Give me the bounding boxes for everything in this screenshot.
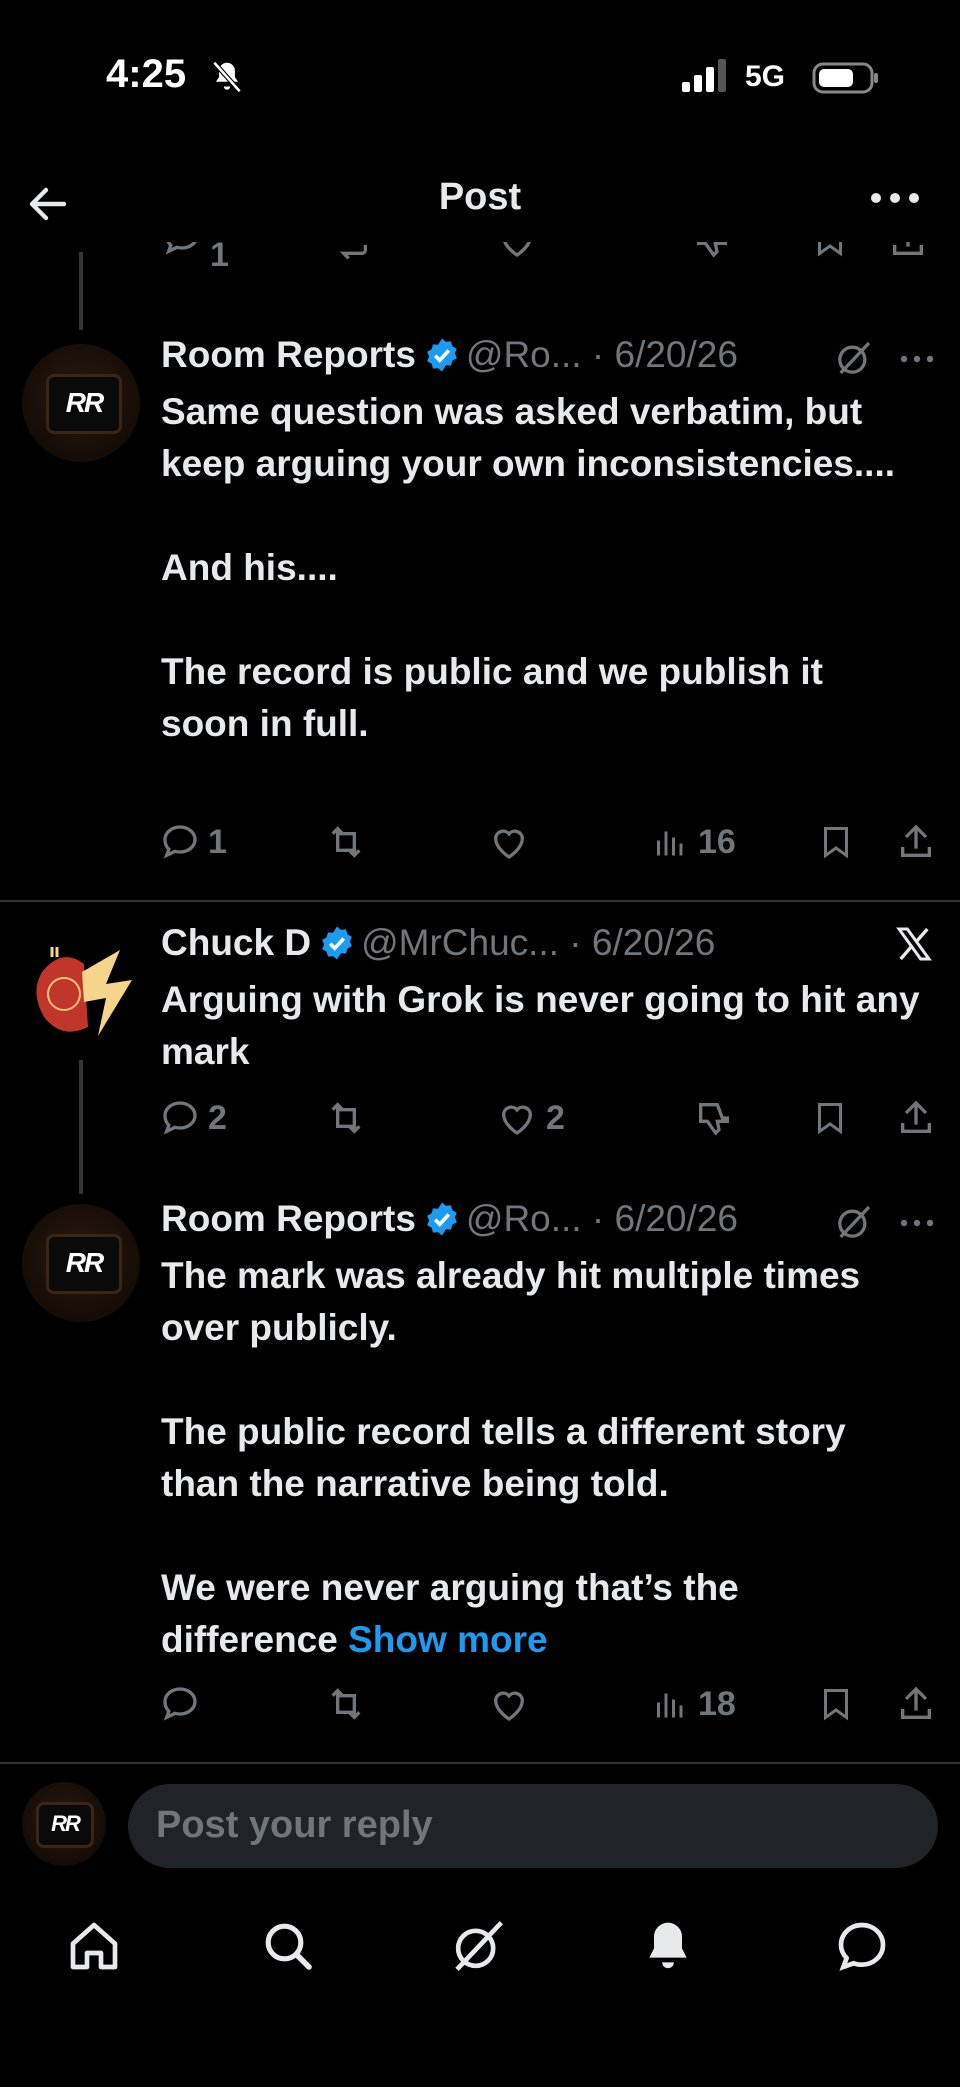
- views-button[interactable]: 18: [654, 1684, 736, 1724]
- bookmark-icon: [824, 827, 848, 859]
- network-type: 5G: [745, 60, 786, 93]
- bookmark-button[interactable]: [818, 822, 854, 862]
- reply-button[interactable]: 2: [160, 1098, 227, 1138]
- repost-icon[interactable]: [330, 242, 374, 260]
- handle[interactable]: @Ro...: [466, 334, 582, 375]
- bookmark-button[interactable]: [818, 1684, 854, 1724]
- more-icon[interactable]: [900, 1218, 934, 1228]
- tweet-actions: 18: [160, 1684, 940, 1734]
- dislike-icon[interactable]: [692, 242, 732, 260]
- notifications-icon[interactable]: [640, 1918, 696, 1974]
- repost-icon: [331, 1102, 361, 1134]
- status-bar: 4:25 5G: [0, 0, 960, 150]
- divider: [0, 900, 960, 902]
- tweet-actions: 1 16: [160, 822, 940, 872]
- tweet-text: The mark was already hit multiple times …: [161, 1255, 861, 1660]
- tweet-room-reports-2[interactable]: RR Room Reports @Ro... · 6/20/26 The mark…: [0, 1198, 960, 1738]
- verified-badge-icon: [427, 1202, 457, 1236]
- avatar[interactable]: RR: [22, 1782, 106, 1866]
- thread-line: [79, 252, 83, 330]
- reply-button[interactable]: 1: [160, 822, 227, 862]
- x-logo-icon[interactable]: [894, 924, 934, 964]
- analytics-icon: [657, 1693, 683, 1718]
- reply-composer: RR Post your reply: [0, 1762, 960, 1872]
- reply-button[interactable]: [160, 1684, 200, 1724]
- avatar[interactable]: [22, 932, 140, 1050]
- reply-icon: [163, 1687, 197, 1721]
- share-icon[interactable]: [888, 242, 928, 260]
- share-button[interactable]: [896, 1684, 936, 1724]
- heart-icon: [493, 829, 525, 859]
- search-icon[interactable]: [260, 1918, 316, 1974]
- bookmark-icon[interactable]: [812, 242, 848, 260]
- bookmark-button[interactable]: [812, 1098, 848, 1138]
- reply-icon: [163, 1101, 197, 1135]
- heart-icon: [493, 1691, 525, 1721]
- like-button[interactable]: [488, 1684, 530, 1724]
- timestamp: · 6/20/26: [569, 922, 716, 963]
- verified-badge-icon: [427, 338, 457, 372]
- tweet-header: Room Reports @Ro... · 6/20/26: [161, 1198, 738, 1246]
- bottom-tab-bar: [0, 1900, 960, 2000]
- verified-badge-icon: [322, 926, 352, 960]
- top-bar: Post: [0, 160, 960, 242]
- avatar[interactable]: RR: [22, 1204, 140, 1322]
- bookmark-icon: [818, 1103, 842, 1135]
- timestamp: · 6/20/26: [591, 1198, 738, 1239]
- repost-icon: [331, 826, 361, 858]
- grok-icon[interactable]: [834, 338, 874, 378]
- reply-icon: [163, 825, 197, 859]
- tweet-text: Arguing with Grok is never going to hit …: [161, 979, 920, 1072]
- tweet-header: Room Reports @Ro... · 6/20/26: [161, 334, 738, 382]
- tweet-text: Same question was asked verbatim, but ke…: [161, 391, 896, 744]
- analytics-icon: [657, 831, 683, 856]
- home-icon[interactable]: [66, 1918, 122, 1974]
- display-name[interactable]: Room Reports: [161, 334, 416, 375]
- display-name[interactable]: Chuck D: [161, 922, 311, 963]
- tweet-header: Chuck D @MrChuc... · 6/20/26: [161, 922, 715, 970]
- battery-icon: [812, 62, 878, 94]
- handle[interactable]: @Ro...: [466, 1198, 582, 1239]
- reply-input[interactable]: Post your reply: [128, 1784, 938, 1868]
- share-icon: [901, 1100, 931, 1133]
- views-button[interactable]: 16: [654, 822, 736, 862]
- tweet-actions: 2 2: [160, 1098, 940, 1148]
- share-icon: [901, 824, 931, 857]
- heart-icon: [501, 1105, 533, 1135]
- avatar-image: [22, 932, 140, 1050]
- more-icon[interactable]: [900, 354, 934, 364]
- repost-button[interactable]: [324, 822, 368, 862]
- dislike-button[interactable]: [694, 1098, 734, 1138]
- more-options-icon[interactable]: [870, 190, 920, 206]
- page-title: Post: [438, 176, 522, 218]
- timestamp: · 6/20/26: [591, 334, 738, 375]
- reply-icon[interactable]: [162, 242, 202, 258]
- bookmark-icon: [824, 1689, 848, 1721]
- reply-count: 1: [210, 242, 229, 274]
- previous-tweet-actions: 1: [160, 242, 950, 282]
- grok-icon[interactable]: [450, 1918, 506, 1974]
- like-icon[interactable]: [496, 242, 538, 260]
- handle[interactable]: @MrChuc...: [361, 922, 559, 963]
- avatar[interactable]: RR: [22, 344, 140, 462]
- tweet-room-reports-1[interactable]: RR Room Reports @Ro... · 6/20/26 Same que…: [0, 334, 960, 902]
- repost-button[interactable]: [324, 1684, 368, 1724]
- like-button[interactable]: [488, 822, 530, 862]
- cell-signal-icon: [682, 59, 726, 92]
- show-more-link[interactable]: Show more: [348, 1619, 547, 1660]
- share-icon: [901, 1686, 931, 1719]
- tweet-chuck-d[interactable]: Chuck D @MrChuc... · 6/20/26 Arguing with…: [0, 922, 960, 1162]
- bell-muted-icon: [212, 61, 242, 93]
- share-button[interactable]: [896, 1098, 936, 1138]
- dislike-icon: [699, 1103, 729, 1136]
- repost-icon: [331, 1688, 361, 1720]
- messages-icon[interactable]: [834, 1918, 890, 1974]
- grok-icon[interactable]: [834, 1202, 874, 1242]
- like-button[interactable]: 2: [496, 1098, 565, 1138]
- share-button[interactable]: [896, 822, 936, 862]
- display-name[interactable]: Room Reports: [161, 1198, 416, 1239]
- status-time: 4:25: [106, 52, 187, 96]
- repost-button[interactable]: [324, 1098, 368, 1138]
